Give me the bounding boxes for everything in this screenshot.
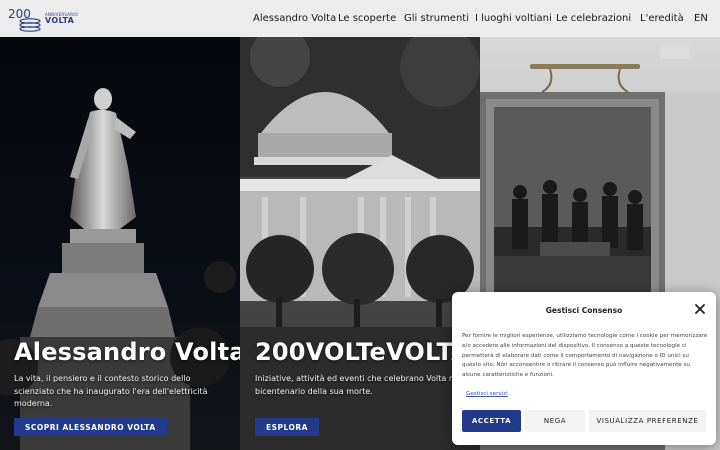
panel-description: La vita, il pensiero e il contesto stori… [14, 374, 208, 408]
nav-item-alessandro-volta[interactable]: Alessandro Volta [253, 13, 336, 24]
manage-services-link[interactable]: Gestisci servizi [466, 391, 508, 397]
nav-item-gli-strumenti[interactable]: Gli strumenti [404, 13, 469, 24]
site-header: 200 ANNIVERSARIO VOLTA Alessandro Volta … [0, 0, 720, 37]
explore-button[interactable]: ESPLORA [255, 418, 319, 436]
hero-panel-200voltevolta[interactable]: 200VOLTeVOLTA Iniziative, attività ed ev… [240, 37, 480, 450]
nav-item-luoghi-voltiani[interactable]: I luoghi voltiani [475, 13, 552, 24]
cookie-consent-dialog: Gestisci Consenso Per fornire le miglior… [452, 292, 716, 445]
logo-big-text: VOLTA [45, 15, 75, 25]
site-logo[interactable]: 200 ANNIVERSARIO VOLTA [8, 4, 78, 34]
nav-item-eredita[interactable]: L'eredità [640, 13, 684, 24]
consent-title: Gestisci Consenso [545, 306, 623, 315]
view-preferences-button[interactable]: VISUALIZZA PREFERENZE [589, 410, 706, 432]
hero-panel-alessandro-volta[interactable]: Alessandro Volta La vita, il pensiero e … [0, 37, 240, 450]
panel-title: 200VOLTeVOLTA [255, 338, 470, 366]
accept-button[interactable]: ACCETTA [462, 410, 521, 432]
nav-item-le-scoperte[interactable]: Le scoperte [338, 13, 396, 24]
deny-button[interactable]: NEGA [525, 410, 585, 432]
consent-body-text: Per fornire le migliori esperienze, util… [462, 333, 708, 379]
nav-item-le-celebrazioni[interactable]: Le celebrazioni [556, 13, 631, 24]
discover-volta-button[interactable]: SCOPRI ALESSANDRO VOLTA [14, 418, 167, 436]
logo-mark-icon: 200 [8, 7, 41, 32]
close-icon[interactable] [694, 303, 706, 315]
panel-title: Alessandro Volta [14, 338, 240, 366]
main-nav: Alessandro Volta Le scoperte Gli strumen… [240, 0, 720, 37]
panel-description: Iniziative, attività ed eventi che celeb… [255, 374, 462, 396]
nav-item-language-en[interactable]: EN [694, 13, 708, 24]
